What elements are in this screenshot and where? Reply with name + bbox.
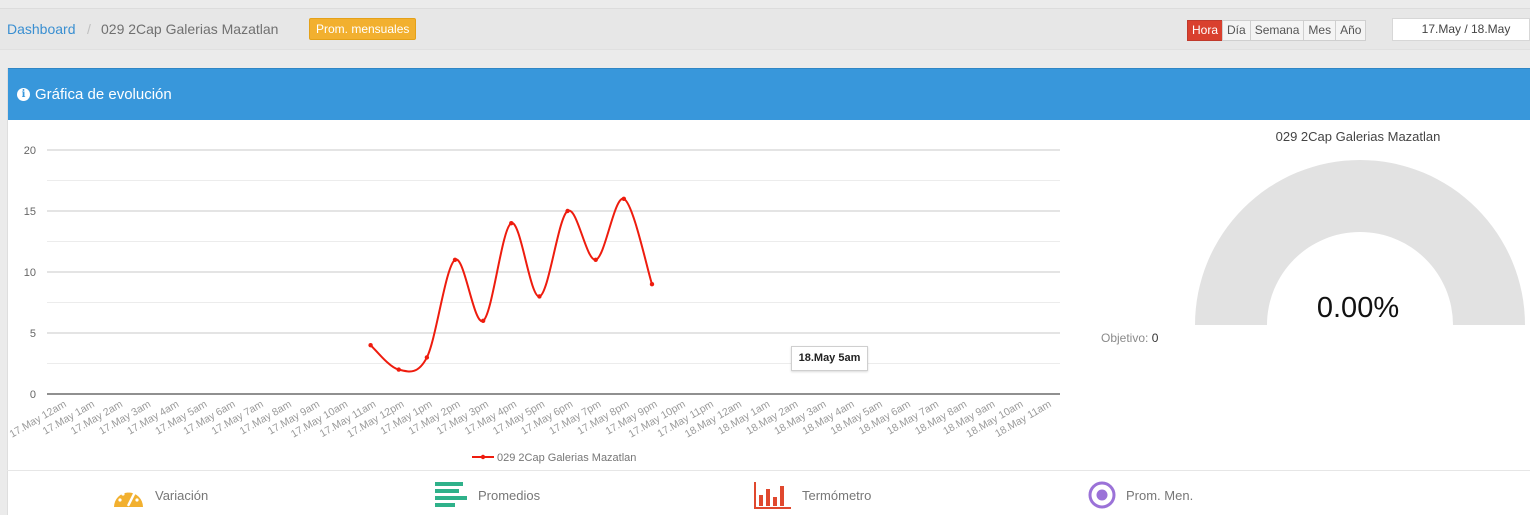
- y-tick-label: 15: [24, 206, 36, 218]
- data-point: [480, 318, 486, 323]
- data-point: [396, 367, 401, 372]
- panel-title: Gráfica de evolución: [35, 86, 172, 103]
- monthly-average-badge[interactable]: Prom. mensuales: [309, 18, 417, 40]
- y-tick-label: 20: [24, 145, 36, 157]
- averages-label: Promedios: [478, 487, 541, 503]
- data-point: [621, 196, 627, 201]
- objective-value: 0: [1151, 331, 1159, 345]
- period-hour-button[interactable]: Hora: [1187, 20, 1224, 41]
- data-point: [368, 343, 373, 348]
- data-point: [537, 294, 542, 299]
- monthly-average-label: Prom. Men.: [1126, 487, 1194, 503]
- info-icon: i: [17, 88, 30, 101]
- gauge-value: 0.00%: [1316, 292, 1400, 324]
- data-point: [593, 257, 598, 262]
- y-tick-label: 0: [30, 389, 36, 401]
- period-week-button[interactable]: Semana: [1249, 20, 1305, 41]
- data-point: [452, 257, 458, 262]
- period-selector: Hora Día Semana Mes Año: [1187, 20, 1367, 41]
- data-point: [509, 221, 514, 226]
- target-icon: [1088, 481, 1116, 509]
- variation-tool[interactable]: Variación: [112, 480, 208, 510]
- thermometer-label: Termómetro: [802, 487, 872, 503]
- panel-header: i Gráfica de evolución: [8, 68, 1530, 120]
- averages-tool[interactable]: Promedios: [434, 480, 540, 510]
- gauge-title: 029 2Cap Galerias Mazatlan: [1275, 129, 1441, 144]
- variation-label: Variación: [155, 487, 209, 503]
- evolution-line-chart: 0510152017.May 12am17.May 1am17.May 2am1…: [7, 145, 1060, 464]
- data-point: [565, 208, 570, 214]
- legend-marker: [480, 454, 486, 460]
- thermometer-tool[interactable]: Termómetro: [754, 480, 871, 510]
- breadcrumb-dashboard-link[interactable]: Dashboard: [7, 21, 76, 37]
- y-tick-label: 5: [30, 328, 36, 340]
- data-point: [424, 355, 430, 360]
- objective-label: Objetivo:: [1101, 331, 1149, 345]
- divider: [7, 470, 1530, 471]
- bars-horizontal-icon: [435, 482, 467, 507]
- data-point: [649, 282, 655, 287]
- period-day-button[interactable]: Día: [1222, 20, 1251, 41]
- period-month-button[interactable]: Mes: [1303, 20, 1337, 41]
- top-bar: Dashboard / 029 2Cap Galerias Mazatlan P…: [0, 8, 1530, 50]
- breadcrumb-separator: /: [87, 21, 91, 37]
- y-tick-label: 10: [24, 267, 36, 279]
- legend-label: 029 2Cap Galerias Mazatlan: [497, 452, 636, 464]
- period-year-button[interactable]: Año: [1335, 20, 1367, 41]
- objective-readout: Objetivo: 0: [1101, 331, 1158, 345]
- speedometer-icon: [114, 489, 143, 507]
- monthly-average-tool[interactable]: Prom. Men.: [1088, 480, 1193, 510]
- breadcrumb-current: 029 2Cap Galerias Mazatlan: [101, 21, 279, 37]
- bar-chart-icon: [754, 482, 791, 509]
- date-range-picker[interactable]: 17.May / 18.May: [1392, 18, 1530, 41]
- chart-tooltip: 18.May 5am: [791, 346, 868, 371]
